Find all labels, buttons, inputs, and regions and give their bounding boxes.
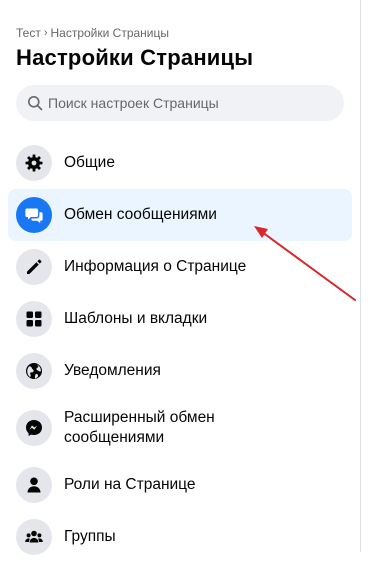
menu-item-templates-tabs[interactable]: Шаблоны и вкладки <box>8 293 352 345</box>
menu-item-label: Общие <box>64 154 115 171</box>
menu-icon-container <box>16 519 52 555</box>
menu-item-label: Обмен сообщениями <box>64 206 217 223</box>
settings-sidebar: Тест › Настройки Страницы Настройки Стра… <box>0 0 360 555</box>
menu-item-advanced-messaging[interactable]: Расширенный обмен сообщениями <box>8 397 352 459</box>
menu-item-label: Шаблоны и вкладки <box>64 310 208 327</box>
menu-icon-container <box>16 249 52 285</box>
globe-icon <box>26 363 42 379</box>
menu-item-page-roles[interactable]: Роли на Странице <box>8 459 352 511</box>
menu-item-general[interactable]: Общие <box>8 137 352 189</box>
menu-icon-container <box>16 353 52 389</box>
settings-menu: Общие Обмен сообщениями Информация о Стр… <box>8 137 352 563</box>
menu-item-label: Уведомления <box>64 362 161 379</box>
person-icon <box>27 477 41 493</box>
messenger-icon <box>26 420 42 436</box>
search-box[interactable] <box>16 85 344 121</box>
page-title: Настройки Страницы <box>16 45 254 70</box>
breadcrumb-current: Настройки Страницы <box>50 26 170 40</box>
search-icon <box>28 96 43 111</box>
breadcrumb-parent-link[interactable]: Тест <box>16 26 41 40</box>
menu-item-label: Роли на Странице <box>64 476 196 493</box>
menu-item-label: Группы <box>64 528 116 545</box>
gear-icon <box>25 154 43 172</box>
scrollbar-track[interactable] <box>361 0 380 552</box>
menu-item-notifications[interactable]: Уведомления <box>8 345 352 397</box>
breadcrumb: Тест › Настройки Страницы <box>16 26 169 40</box>
grid-icon <box>26 311 42 327</box>
menu-item-page-info[interactable]: Информация о Странице <box>8 241 352 293</box>
menu-icon-container <box>16 197 52 233</box>
menu-item-label: Информация о Странице <box>64 258 247 275</box>
chat-bubbles-icon <box>25 208 43 224</box>
breadcrumb-separator: › <box>43 27 48 39</box>
menu-item-groups[interactable]: Группы <box>8 511 352 563</box>
menu-item-messaging[interactable]: Обмен сообщениями <box>8 189 352 241</box>
people-group-icon <box>25 530 43 543</box>
menu-icon-container <box>16 467 52 503</box>
search-input[interactable] <box>48 95 328 111</box>
menu-item-label: Расширенный обмен сообщениями <box>64 409 215 446</box>
menu-icon-container <box>16 301 52 337</box>
menu-icon-container <box>16 410 52 446</box>
pencil-icon <box>27 259 42 274</box>
menu-icon-container <box>16 145 52 181</box>
